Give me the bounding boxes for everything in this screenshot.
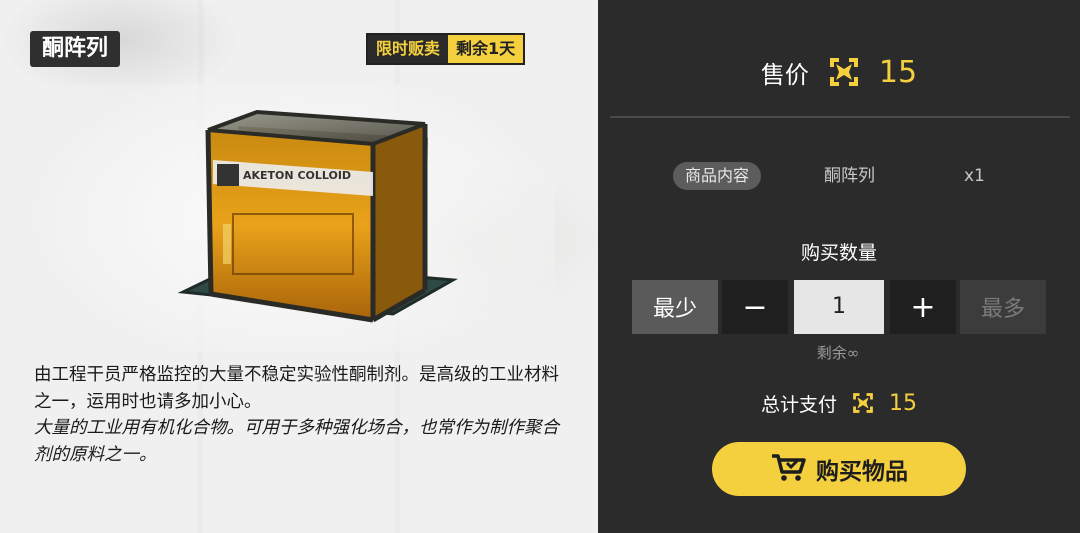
total-label: 总计支付 — [760, 393, 837, 416]
buy-item-label: 购买物品 — [816, 459, 908, 485]
total-value: 15 — [889, 390, 917, 416]
quantity-display: 1 — [794, 280, 884, 334]
description-italic: 大量的工业用有机化合物。可用于多种强化场合，也常作为制作聚合剂的原料之一。 — [34, 418, 559, 465]
description-normal: 由工程干员严格监控的大量不稳定实验性酮制剂。是高级的工业材料之一，运用时也请多加… — [34, 365, 559, 412]
price-row: 售价 15 — [598, 50, 1080, 94]
shopping-cart-icon — [770, 452, 806, 486]
min-quantity-button[interactable]: 最少 — [632, 280, 718, 334]
item-description: 由工程干员严格监控的大量不稳定实验性酮制剂。是高级的工业材料之一，运用时也请多加… — [34, 362, 574, 468]
purchase-panel: 售价 15 商品内容 酮阵列 x1 购买数量 最少 − 1 + 最多 剩余∞ 总… — [598, 0, 1080, 533]
divider — [610, 116, 1070, 118]
contents-item-qty: x1 — [964, 166, 985, 186]
stock-remaining: 剩余∞ — [816, 344, 860, 362]
certificate-currency-icon — [827, 55, 861, 89]
price-value: 15 — [878, 54, 918, 90]
item-detail-panel: 酮阵列 限时贩卖 剩余1天 AKETON COLLOID 由工程干员严格监控的大… — [0, 0, 598, 533]
buy-item-button[interactable]: 购买物品 — [712, 442, 966, 496]
price-label: 售价 — [760, 60, 809, 89]
limited-sale-tag: 限时贩卖 剩余1天 — [366, 33, 526, 65]
total-payment-row: 总计支付 15 — [598, 388, 1080, 418]
contents-item-name: 酮阵列 — [824, 166, 875, 186]
item-image: AKETON COLLOID — [33, 84, 555, 352]
quantity-title: 购买数量 — [800, 242, 877, 264]
decrease-quantity-button[interactable]: − — [722, 280, 788, 334]
contents-row: 商品内容 酮阵列 x1 — [598, 162, 1080, 190]
contents-label: 商品内容 — [673, 162, 762, 190]
certificate-currency-icon — [851, 391, 875, 415]
remaining-time-label: 剩余1天 — [448, 35, 524, 63]
limited-sale-label: 限时贩卖 — [368, 35, 449, 63]
ketone-cube-illustration — [177, 109, 458, 323]
increase-quantity-button[interactable]: + — [890, 280, 956, 334]
item-title: 酮阵列 — [30, 31, 121, 67]
max-quantity-button[interactable]: 最多 — [960, 280, 1046, 334]
cube-label-text: AKETON COLLOID — [243, 169, 352, 182]
